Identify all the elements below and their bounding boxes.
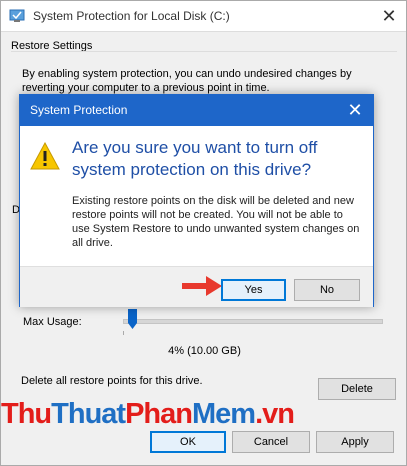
dialog-title: System Protection: [30, 103, 128, 117]
restore-settings-description: By enabling system protection, you can u…: [22, 68, 352, 94]
confirmation-dialog: System Protection ✕ Are you sure you wan…: [19, 94, 374, 307]
ok-button[interactable]: OK: [150, 431, 226, 453]
system-protection-icon: [9, 9, 25, 22]
usage-value: 4% (10.00 GB): [168, 345, 241, 357]
watermark-part: Thu: [1, 398, 52, 430]
delete-button[interactable]: Delete: [318, 378, 396, 400]
window-title: System Protection for Local Disk (C:): [33, 9, 230, 23]
max-usage-label: Max Usage:: [23, 316, 82, 328]
cancel-button[interactable]: Cancel: [232, 431, 310, 453]
apply-button[interactable]: Apply: [316, 431, 394, 453]
dialog-body: Existing restore points on the disk will…: [72, 195, 360, 249]
close-icon[interactable]: ✕: [378, 5, 400, 27]
yes-button[interactable]: Yes: [221, 279, 286, 301]
slider-ticks: [123, 331, 382, 335]
pointer-arrow-icon: [182, 276, 222, 296]
dialog-close-icon[interactable]: ✕: [345, 99, 365, 121]
warning-icon: [30, 142, 60, 170]
title-bar: System Protection for Local Disk (C:) ✕: [1, 1, 406, 32]
watermark-part: Thuat: [51, 398, 126, 430]
max-usage-slider[interactable]: [123, 319, 383, 324]
dialog-footer: Yes No: [20, 266, 373, 307]
watermark-part: .vn: [255, 398, 295, 430]
no-button[interactable]: No: [294, 279, 360, 301]
watermark-part: Phan: [125, 398, 193, 430]
watermark-logo: ThuThuatPhanMem.vn: [1, 398, 295, 431]
delete-restore-points-label: Delete all restore points for this drive…: [21, 375, 203, 387]
watermark-part: Mem: [192, 398, 256, 430]
dialog-title-bar: System Protection ✕: [20, 95, 373, 126]
dialog-question: Are you sure you want to turn off system…: [72, 138, 318, 179]
